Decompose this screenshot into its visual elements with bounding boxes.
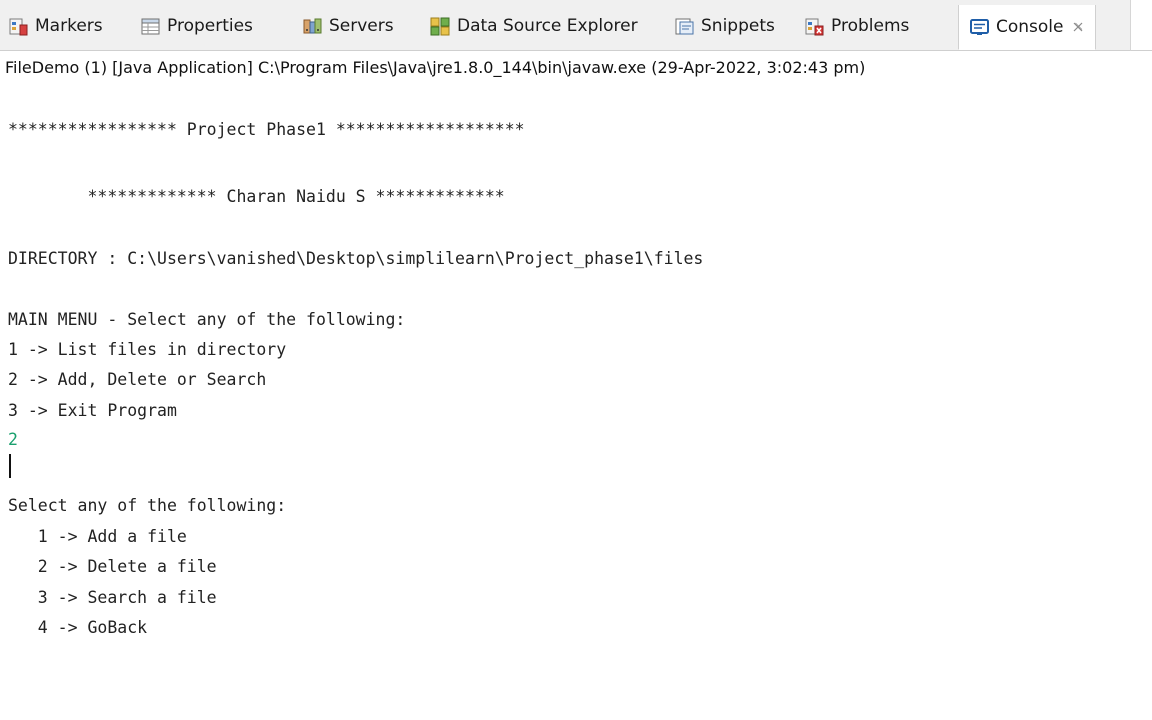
console-line: ***************** Project Phase1 *******…	[8, 120, 525, 139]
snippets-icon	[674, 16, 695, 37]
console-icon	[969, 17, 990, 38]
console-line: 2 -> Add, Delete or Search	[8, 370, 267, 389]
view-tab-bar: Markers Properties Servers Data Source E…	[0, 0, 1152, 52]
console-launch-description: FileDemo (1) [Java Application] C:\Progr…	[5, 58, 866, 77]
tab-servers[interactable]: Servers	[302, 12, 394, 40]
eclipse-console-view: Markers Properties Servers Data Source E…	[0, 0, 1152, 720]
console-line: 4 -> GoBack	[8, 618, 148, 637]
problems-icon	[804, 16, 825, 37]
console-line: DIRECTORY : C:\Users\vanished\Desktop\si…	[8, 249, 704, 268]
text-cursor	[9, 454, 11, 478]
tab-snippets[interactable]: Snippets	[674, 12, 775, 40]
properties-icon	[140, 16, 161, 37]
console-line: 3 -> Exit Program	[8, 401, 177, 420]
tab-console[interactable]: Console	[958, 5, 1096, 50]
tab-data-source-explorer[interactable]: Data Source Explorer	[430, 12, 638, 40]
console-line: 1 -> Add a file	[8, 527, 187, 546]
tab-markers[interactable]: Markers	[8, 12, 103, 40]
markers-icon	[8, 16, 29, 37]
console-user-input: 2	[8, 430, 18, 449]
tab-problems[interactable]: Problems	[804, 12, 909, 40]
servers-icon	[302, 16, 323, 37]
console-line: Select any of the following:	[8, 496, 287, 515]
close-icon[interactable]	[1071, 20, 1085, 34]
data-source-explorer-icon	[430, 16, 451, 37]
console-line: ************* Charan Naidu S ***********…	[8, 187, 505, 206]
tab-properties[interactable]: Properties	[140, 12, 253, 40]
console-line: 2 -> Delete a file	[8, 557, 217, 576]
console-line: 1 -> List files in directory	[8, 340, 287, 359]
console-line: 3 -> Search a file	[8, 588, 217, 607]
console-output[interactable]: ***************** Project Phase1 *******…	[0, 100, 1152, 660]
console-line: MAIN MENU - Select any of the following:	[8, 310, 406, 329]
